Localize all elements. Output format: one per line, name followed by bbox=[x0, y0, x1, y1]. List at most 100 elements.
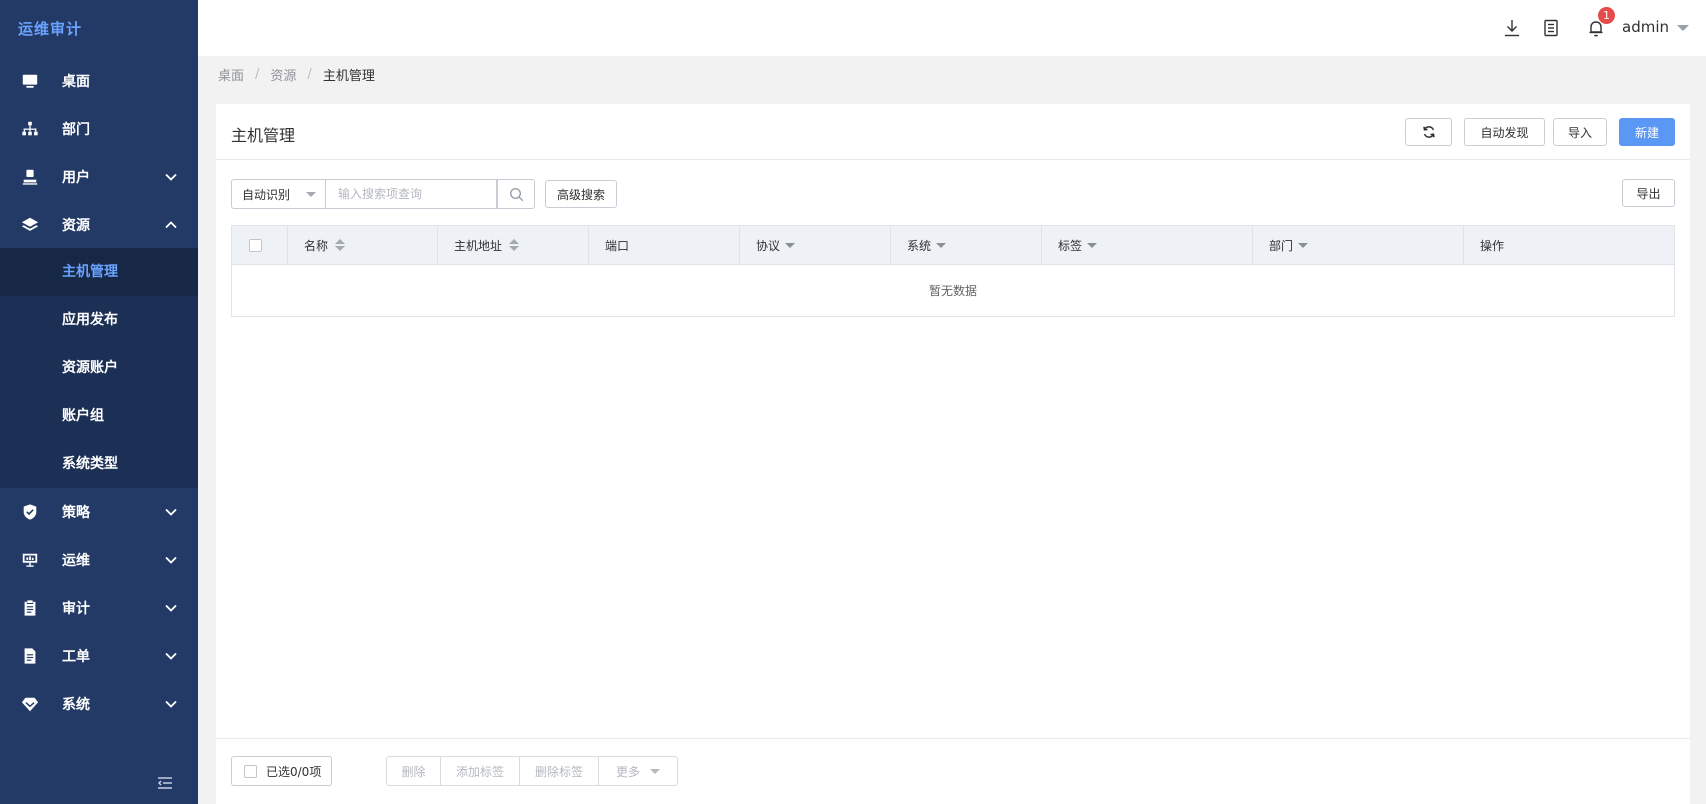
caret-down-icon bbox=[306, 192, 316, 197]
sidebar-item-resources[interactable]: 资源 bbox=[0, 201, 198, 249]
search-mode-value: 自动识别 bbox=[242, 187, 291, 202]
submenu-item-app-publish[interactable]: 应用发布 bbox=[0, 296, 198, 344]
sidebar-item-operations[interactable]: 运维 bbox=[0, 536, 198, 584]
resources-submenu: 主机管理 应用发布 资源账户 账户组 系统类型 bbox=[0, 248, 198, 488]
document-icon bbox=[20, 646, 40, 666]
download-icon[interactable] bbox=[1502, 18, 1522, 38]
divider bbox=[216, 738, 1690, 739]
org-chart-icon bbox=[20, 119, 40, 139]
column-header-name[interactable]: 名称 bbox=[288, 226, 438, 264]
column-label: 部门 bbox=[1269, 238, 1294, 253]
column-header-host-address[interactable]: 主机地址 bbox=[438, 226, 589, 264]
filter-caret-icon[interactable] bbox=[936, 242, 947, 248]
bulk-actions-group: 删除 添加标签 删除标签 更多 bbox=[386, 756, 678, 786]
sidebar: 运维审计 桌面 部门 用户 资源 主机管理 应用发布 资源账户 账户组 系统类型… bbox=[0, 0, 198, 804]
submenu-item-system-types[interactable]: 系统类型 bbox=[0, 440, 198, 488]
column-header-tags[interactable]: 标签 bbox=[1042, 226, 1253, 264]
collapse-sidebar-icon[interactable] bbox=[157, 776, 175, 792]
username: admin bbox=[1622, 18, 1669, 36]
chevron-down-icon bbox=[164, 601, 178, 615]
import-button[interactable]: 导入 bbox=[1553, 118, 1607, 146]
column-label: 主机地址 bbox=[454, 238, 503, 253]
export-button[interactable]: 导出 bbox=[1622, 179, 1675, 207]
submenu-item-host-management[interactable]: 主机管理 bbox=[0, 248, 198, 296]
sidebar-item-label: 部门 bbox=[62, 122, 90, 138]
chevron-down-icon bbox=[164, 170, 178, 184]
user-menu[interactable]: admin bbox=[1622, 18, 1689, 36]
search-mode-select[interactable]: 自动识别 bbox=[231, 179, 326, 209]
selection-count[interactable]: 已选0/0项 bbox=[231, 756, 332, 786]
submenu-item-resource-accounts[interactable]: 资源账户 bbox=[0, 344, 198, 392]
notification-badge: 1 bbox=[1598, 7, 1615, 24]
chevron-down-icon bbox=[164, 697, 178, 711]
search-input[interactable] bbox=[326, 179, 497, 209]
sidebar-item-label: 运维 bbox=[62, 553, 90, 569]
breadcrumb-item-resources[interactable]: 资源 bbox=[270, 65, 296, 84]
sidebar-item-label: 系统 bbox=[62, 697, 90, 713]
shield-icon bbox=[20, 502, 40, 522]
column-header-department[interactable]: 部门 bbox=[1253, 226, 1464, 264]
more-label: 更多 bbox=[615, 764, 640, 779]
sidebar-item-department[interactable]: 部门 bbox=[0, 105, 198, 153]
filter-caret-icon[interactable] bbox=[1298, 242, 1309, 248]
sidebar-item-label: 桌面 bbox=[62, 74, 90, 90]
select-all-checkbox[interactable] bbox=[249, 238, 262, 252]
caret-down-icon bbox=[650, 768, 660, 774]
user-icon bbox=[20, 167, 40, 187]
column-label: 协议 bbox=[756, 238, 781, 253]
new-button[interactable]: 新建 bbox=[1619, 118, 1675, 146]
breadcrumb-separator: / bbox=[255, 67, 260, 82]
diamond-icon bbox=[20, 694, 40, 714]
more-button[interactable]: 更多 bbox=[599, 757, 677, 785]
sidebar-item-policy[interactable]: 策略 bbox=[0, 488, 198, 536]
main-card: 主机管理 自动发现 导入 新建 自动识别 高级搜索 导出 名称 主机地址 bbox=[216, 104, 1690, 804]
filter-caret-icon[interactable] bbox=[1087, 242, 1098, 248]
sidebar-item-audit[interactable]: 审计 bbox=[0, 584, 198, 632]
document-list-icon[interactable] bbox=[1541, 18, 1561, 38]
table-header: 名称 主机地址 端口 协议 系统 标签 部门 操作 bbox=[232, 226, 1674, 265]
delete-button[interactable]: 删除 bbox=[387, 757, 441, 785]
breadcrumb-item-current: 主机管理 bbox=[322, 69, 375, 84]
brand-logo: 运维审计 bbox=[18, 20, 83, 38]
remove-tag-button[interactable]: 删除标签 bbox=[520, 757, 599, 785]
clipboard-icon bbox=[20, 598, 40, 618]
sidebar-item-label: 策略 bbox=[62, 505, 90, 521]
sidebar-item-system[interactable]: 系统 bbox=[0, 680, 198, 728]
column-label: 标签 bbox=[1058, 238, 1083, 253]
column-header-port: 端口 bbox=[589, 226, 740, 264]
monitor-icon bbox=[20, 71, 40, 91]
sidebar-item-tickets[interactable]: 工单 bbox=[0, 632, 198, 680]
advanced-search-button[interactable]: 高级搜索 bbox=[545, 180, 617, 208]
sort-icon[interactable] bbox=[335, 239, 346, 251]
column-header-actions: 操作 bbox=[1464, 226, 1674, 264]
chevron-down-icon bbox=[164, 553, 178, 567]
refresh-button[interactable] bbox=[1405, 118, 1452, 146]
sort-icon[interactable] bbox=[509, 239, 520, 251]
chevron-up-icon bbox=[164, 218, 178, 232]
sidebar-item-desktop[interactable]: 桌面 bbox=[0, 57, 198, 105]
sidebar-item-users[interactable]: 用户 bbox=[0, 153, 198, 201]
filter-caret-icon[interactable] bbox=[785, 242, 796, 248]
breadcrumb: 桌面 / 资源 / 主机管理 bbox=[218, 65, 375, 84]
selection-count-label: 已选0/0项 bbox=[266, 764, 322, 779]
hosts-table: 名称 主机地址 端口 协议 系统 标签 部门 操作 暂无数据 bbox=[231, 225, 1675, 317]
column-header-protocol[interactable]: 协议 bbox=[740, 226, 891, 264]
chevron-down-icon bbox=[164, 649, 178, 663]
submenu-item-account-groups[interactable]: 账户组 bbox=[0, 392, 198, 440]
sidebar-item-label: 审计 bbox=[62, 601, 90, 617]
column-header-system[interactable]: 系统 bbox=[891, 226, 1042, 264]
breadcrumb-item-desktop[interactable]: 桌面 bbox=[218, 65, 244, 84]
search-button[interactable] bbox=[497, 179, 535, 209]
select-all-footer-checkbox[interactable] bbox=[244, 764, 257, 778]
auto-discover-button[interactable]: 自动发现 bbox=[1464, 118, 1545, 146]
select-all-cell bbox=[232, 226, 288, 264]
caret-down-icon bbox=[1677, 25, 1689, 31]
add-tag-button[interactable]: 添加标签 bbox=[441, 757, 520, 785]
breadcrumb-separator: / bbox=[307, 67, 312, 82]
layers-icon bbox=[20, 215, 40, 235]
page-title: 主机管理 bbox=[231, 126, 296, 145]
column-label: 系统 bbox=[907, 238, 932, 253]
presentation-icon bbox=[20, 550, 40, 570]
chevron-down-icon bbox=[164, 505, 178, 519]
sidebar-item-label: 资源 bbox=[62, 218, 90, 234]
